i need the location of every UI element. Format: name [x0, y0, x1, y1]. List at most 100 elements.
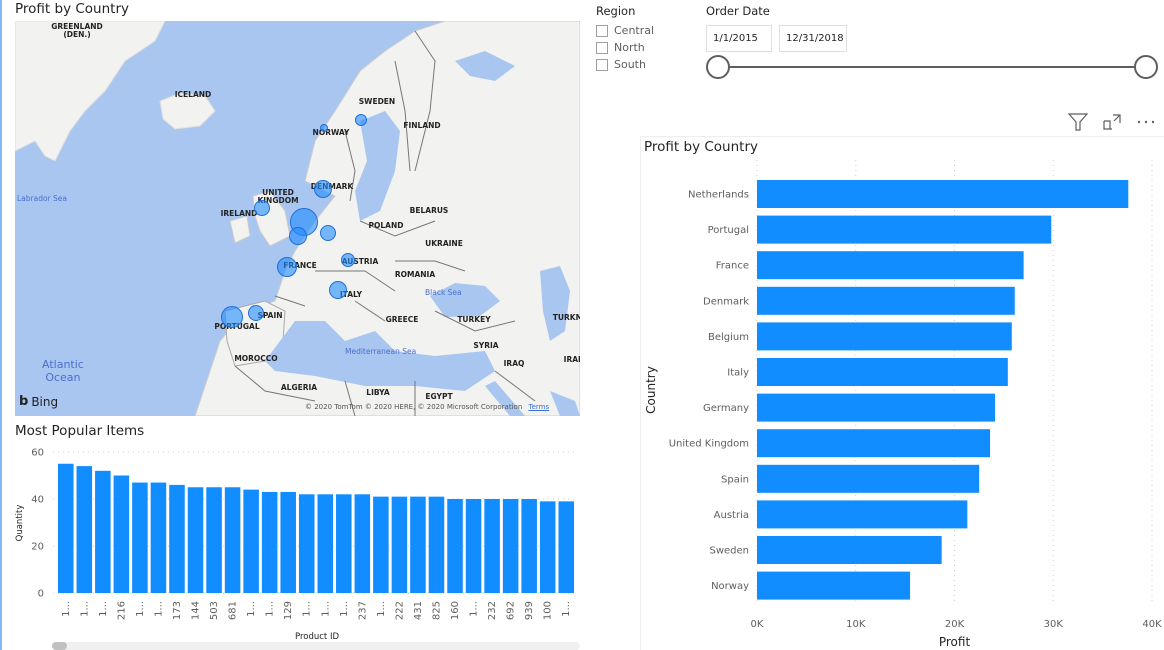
profit-bar-chart: 0K 10K 20K 30K 40K Netherlands Portugal France D…	[644, 160, 1162, 649]
bar-product[interactable]	[298, 494, 315, 593]
bar-product[interactable]	[391, 496, 408, 593]
bar-product[interactable]	[539, 501, 556, 593]
horizontal-scrollbar[interactable]	[52, 642, 580, 650]
terms-link[interactable]: Terms	[528, 403, 549, 411]
start-date-input[interactable]: 1/1/2015	[706, 25, 772, 52]
bar-product[interactable]	[261, 491, 278, 593]
bar-product[interactable]	[447, 499, 463, 593]
profit-chart-title: Profit by Country	[644, 139, 758, 155]
checkbox[interactable]	[596, 58, 608, 71]
bar-united-kingdom[interactable]	[757, 429, 991, 458]
bar-product[interactable]	[95, 470, 111, 593]
end-date-input[interactable]: 12/31/2018	[779, 25, 847, 52]
y-tick-label: Portugal	[708, 225, 749, 236]
y-axis-title: Quantity	[15, 505, 25, 542]
sea-label: Labrador Sea	[17, 194, 68, 203]
bar-product[interactable]	[150, 482, 167, 593]
bar-product[interactable]	[132, 482, 148, 593]
y-tick-label: Denmark	[703, 296, 749, 307]
map-bubble-belgium[interactable]	[289, 227, 307, 245]
scrollbar-thumb[interactable]	[52, 642, 67, 650]
x-tick-label: 939	[524, 601, 535, 620]
bar-product[interactable]	[465, 499, 482, 593]
bar-product[interactable]	[224, 487, 241, 593]
country-label: SWEDEN	[358, 97, 396, 106]
bar-sweden[interactable]	[757, 536, 942, 564]
bar-product[interactable]	[317, 494, 334, 593]
bar-norway[interactable]	[757, 571, 911, 600]
y-tick-label: 0	[38, 589, 44, 600]
bar-product[interactable]	[410, 496, 426, 593]
map-bubble-spain[interactable]	[248, 305, 264, 321]
bar-product[interactable]	[354, 494, 371, 593]
bar-italy[interactable]	[757, 358, 1008, 386]
y-tick-label: Netherlands	[688, 190, 749, 201]
bar-product[interactable]	[169, 484, 185, 593]
bar-product[interactable]	[428, 496, 445, 593]
bar-product[interactable]	[373, 496, 389, 593]
sea-label: Mediterranean Sea	[345, 347, 417, 356]
x-tick-label: 10K	[846, 619, 866, 630]
country-label: ICELAND	[174, 90, 212, 99]
bar-product[interactable]	[280, 491, 296, 593]
region-option-south[interactable]: South	[596, 56, 654, 73]
filter-icon[interactable]	[1068, 113, 1088, 131]
bar-netherlands[interactable]	[757, 180, 1129, 208]
checkbox[interactable]	[596, 24, 608, 37]
map-bubble-norway[interactable]	[320, 124, 328, 132]
x-tick-label: 144	[191, 601, 202, 620]
map-bubble-sweden[interactable]	[355, 114, 367, 126]
country-label: TURKMENI	[552, 313, 580, 322]
bar-france[interactable]	[757, 251, 1024, 280]
bar-product[interactable]	[113, 475, 130, 594]
bar-product[interactable]	[206, 487, 222, 593]
country-label: IRAQ	[503, 359, 525, 368]
map-bubble-portugal[interactable]	[221, 306, 243, 328]
map-bubble-united-kingdom[interactable]	[254, 200, 270, 216]
x-tick-label: 222	[394, 601, 405, 620]
map-visual[interactable]: GREENLAND (DEN.) ICELAND SWEDEN NORWAY FINLA…	[15, 21, 580, 416]
bar-belgium[interactable]	[757, 322, 1012, 351]
bar-product[interactable]	[76, 466, 93, 593]
bar-product[interactable]	[558, 501, 574, 593]
region-option-central[interactable]: Central	[596, 22, 654, 39]
x-tick-label: 129	[283, 601, 294, 620]
bar-product[interactable]	[187, 487, 204, 593]
region-option-north[interactable]: North	[596, 39, 654, 56]
map-bubble-austria[interactable]	[341, 253, 355, 267]
focus-mode-icon[interactable]	[1102, 113, 1122, 131]
bar-germany[interactable]	[757, 393, 995, 422]
sea-label: Black Sea	[425, 288, 462, 297]
bar-spain[interactable]	[757, 464, 980, 493]
y-tick-label: Norway	[711, 581, 749, 592]
y-tick-label: Spain	[721, 474, 749, 485]
bar-product[interactable]	[502, 499, 519, 593]
map-bubble-italy[interactable]	[329, 281, 347, 299]
bar-product[interactable]	[521, 499, 537, 593]
bing-logo: b Bing	[19, 394, 58, 409]
bar-product[interactable]	[58, 463, 74, 593]
order-date-slicer: Order Date 1/1/2015 12/31/2018	[706, 4, 1158, 84]
bar-denmark[interactable]	[757, 286, 1015, 315]
map-copyright: © 2020 TomTom © 2020 HERE, © 2020 Micros…	[305, 403, 549, 411]
x-tick-label: 160	[450, 601, 461, 620]
bar-product[interactable]	[336, 494, 352, 593]
option-label: North	[614, 41, 645, 54]
popular-items-title: Most Popular Items	[15, 423, 145, 439]
range-start-handle[interactable]	[706, 55, 730, 79]
bar-product[interactable]	[243, 489, 259, 593]
bar-austria[interactable]	[757, 500, 968, 529]
country-label: TURKEY	[457, 315, 491, 324]
range-end-handle[interactable]	[1134, 55, 1158, 79]
checkbox[interactable]	[596, 41, 608, 54]
more-options-icon[interactable]	[1136, 113, 1156, 131]
x-tick-label: 30K	[1044, 619, 1064, 630]
bar-portugal[interactable]	[757, 215, 1052, 244]
map-bubble-germany[interactable]	[320, 225, 336, 241]
map-bubble-denmark[interactable]	[314, 180, 332, 198]
country-label: GREECE	[385, 315, 419, 324]
map-bubble-france[interactable]	[277, 257, 297, 277]
bar-product[interactable]	[484, 499, 500, 593]
country-label: NORWAY	[312, 128, 350, 137]
x-tick-label: 503	[209, 601, 220, 620]
